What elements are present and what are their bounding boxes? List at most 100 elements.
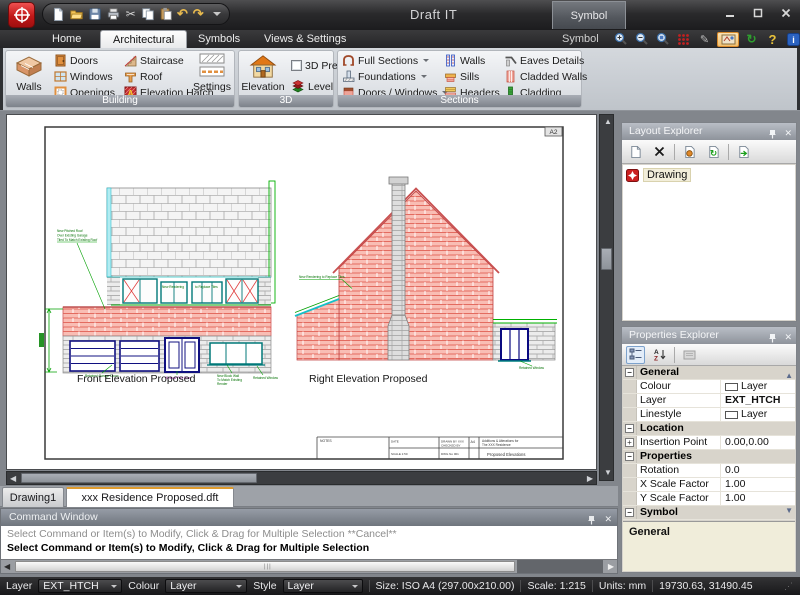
full-sections-icon	[342, 54, 355, 67]
canvas-vertical-scrollbar[interactable]: ▲ ▼	[599, 114, 614, 481]
pin-icon[interactable]	[587, 515, 596, 525]
settings-button[interactable]: Settings	[190, 53, 234, 97]
property-row-y-scale[interactable]: Y Scale Factor 1.00	[623, 492, 795, 506]
layout-properties-icon[interactable]	[680, 143, 699, 161]
zoom-window-icon[interactable]	[654, 32, 671, 47]
properties-explorer-header[interactable]: Properties Explorer ✕	[622, 327, 796, 344]
property-row-layer[interactable]: Layer EXT_HTCH	[623, 394, 795, 408]
elevation-button[interactable]: Elevation	[241, 53, 285, 97]
sections-walls-button[interactable]: Walls	[444, 53, 485, 68]
tab-symbols[interactable]: Symbols	[186, 30, 252, 48]
about-icon[interactable]: i	[785, 32, 800, 47]
new-layout-icon[interactable]	[626, 143, 645, 161]
open-icon[interactable]	[69, 6, 84, 23]
property-row-rotation[interactable]: Rotation 0.0	[623, 464, 795, 478]
app-menu-button[interactable]	[8, 2, 35, 28]
new-icon[interactable]	[51, 6, 65, 23]
close-layout-explorer-icon[interactable]: ✕	[784, 125, 792, 142]
full-sections-button[interactable]: Full Sections	[342, 53, 429, 68]
grid-scroll-down-icon[interactable]: ▼	[785, 504, 793, 517]
grid-icon[interactable]	[675, 32, 692, 47]
vscroll-thumb[interactable]	[601, 248, 612, 270]
document-tab-bar: Drawing1 xxx Residence Proposed.dft	[0, 486, 618, 507]
property-row-colour[interactable]: Colour Layer	[623, 380, 795, 394]
property-row-x-scale[interactable]: X Scale Factor 1.00	[623, 478, 795, 492]
staircase-button[interactable]: Staircase	[124, 53, 184, 68]
property-section-location[interactable]: − Location	[623, 422, 795, 436]
command-scroll-left-icon[interactable]: ◀	[4, 563, 10, 571]
command-window-header[interactable]: Command Window ✕	[1, 509, 617, 526]
walls-button[interactable]: Walls	[7, 53, 51, 97]
tab-residence-proposed[interactable]: xxx Residence Proposed.dft	[66, 487, 234, 507]
colour-dropdown[interactable]: Layer	[165, 579, 247, 593]
property-section-symbol[interactable]: − Symbol ▼	[623, 506, 795, 520]
sills-button[interactable]: Sills	[444, 69, 479, 84]
section-walls-icon	[444, 54, 457, 67]
help-icon[interactable]: ?	[764, 32, 781, 47]
minimize-button[interactable]	[722, 6, 738, 20]
copy-icon[interactable]	[141, 6, 155, 23]
qat-dropdown-icon[interactable]	[213, 12, 221, 16]
zoom-in-icon[interactable]	[612, 32, 629, 47]
symbol-context-tab[interactable]: Symbol	[552, 1, 626, 29]
windows-button[interactable]: Windows	[54, 69, 113, 84]
level-button[interactable]: Level	[291, 79, 333, 94]
command-scrollbar[interactable]: ◀ ||| ▶	[1, 559, 617, 573]
import-layout-icon[interactable]	[734, 143, 753, 161]
scroll-left-icon[interactable]: ◀	[10, 475, 16, 483]
pin-icon[interactable]	[768, 129, 777, 139]
snap-icon[interactable]: ✎	[696, 32, 713, 47]
redo-icon[interactable]: ↷	[192, 6, 204, 23]
alphabetical-sort-icon[interactable]: AZ	[650, 346, 669, 364]
print-icon[interactable]	[106, 6, 121, 23]
hscroll-thumb[interactable]	[21, 473, 257, 483]
style-dropdown[interactable]: Layer	[283, 579, 363, 593]
scroll-up-icon[interactable]: ▲	[604, 118, 612, 126]
svg-text:↻: ↻	[710, 148, 717, 158]
settings-icon	[198, 53, 226, 79]
close-properties-explorer-icon[interactable]: ✕	[784, 329, 792, 346]
property-section-general[interactable]: − General ▲	[623, 366, 795, 380]
canvas-horizontal-scrollbar[interactable]: ◀ ▶	[6, 471, 597, 485]
doors-button[interactable]: Doors	[54, 53, 98, 68]
right-elevation-label: Right Elevation Proposed	[309, 373, 428, 385]
command-scroll-right-icon[interactable]: ▶	[608, 563, 614, 571]
property-row-insertion-point[interactable]: + Insertion Point 0.00,0.00	[623, 436, 795, 450]
layer-dropdown[interactable]: EXT_HTCH	[38, 579, 122, 593]
command-scroll-thumb[interactable]: |||	[15, 561, 515, 572]
cut-icon[interactable]: ✂	[125, 6, 137, 23]
categorized-view-icon[interactable]	[626, 346, 645, 364]
close-button[interactable]	[778, 6, 794, 20]
symbol-editor-icon[interactable]	[717, 32, 739, 47]
property-row-linestyle[interactable]: Linestyle Layer	[623, 408, 795, 422]
undo-icon[interactable]: ↶	[177, 6, 189, 23]
tab-home[interactable]: Home	[40, 30, 93, 48]
drawing-canvas[interactable]: A2	[6, 114, 597, 470]
layout-item-drawing[interactable]: Drawing	[623, 165, 795, 182]
delete-layout-icon[interactable]	[650, 143, 669, 161]
scroll-right-icon[interactable]: ▶	[587, 475, 593, 483]
pin-icon[interactable]	[768, 333, 777, 343]
resize-grip[interactable]: ⋰	[784, 581, 794, 592]
properties-explorer-panel: Properties Explorer ✕ AZ	[621, 326, 797, 573]
tab-drawing1[interactable]: Drawing1	[2, 487, 64, 507]
command-history[interactable]: Select Command or Item(s) to Modify, Cli…	[1, 526, 617, 559]
tab-architectural[interactable]: Architectural	[100, 30, 187, 48]
layout-explorer-header[interactable]: Layout Explorer ✕	[622, 123, 796, 140]
save-icon[interactable]	[88, 6, 102, 23]
cladded-walls-button[interactable]: Cladded Walls	[504, 69, 587, 84]
refresh-icon[interactable]: ↻	[743, 32, 760, 47]
foundations-button[interactable]: Foundations	[342, 69, 427, 84]
3d-preview-checkbox[interactable]	[291, 60, 302, 71]
scroll-down-icon[interactable]: ▼	[604, 469, 612, 477]
paste-icon[interactable]	[159, 6, 173, 23]
refresh-layout-icon[interactable]: ↻	[704, 143, 723, 161]
drawing-scale: Scale: 1:215	[527, 580, 585, 592]
zoom-out-icon[interactable]	[633, 32, 650, 47]
property-section-properties[interactable]: − Properties	[623, 450, 795, 464]
tab-views-settings[interactable]: Views & Settings	[252, 30, 358, 48]
roof-button[interactable]: Roof	[124, 69, 162, 84]
maximize-button[interactable]	[750, 6, 766, 20]
svg-text:Retained Window: Retained Window	[253, 376, 279, 380]
eaves-details-button[interactable]: Eaves Details	[504, 53, 584, 68]
